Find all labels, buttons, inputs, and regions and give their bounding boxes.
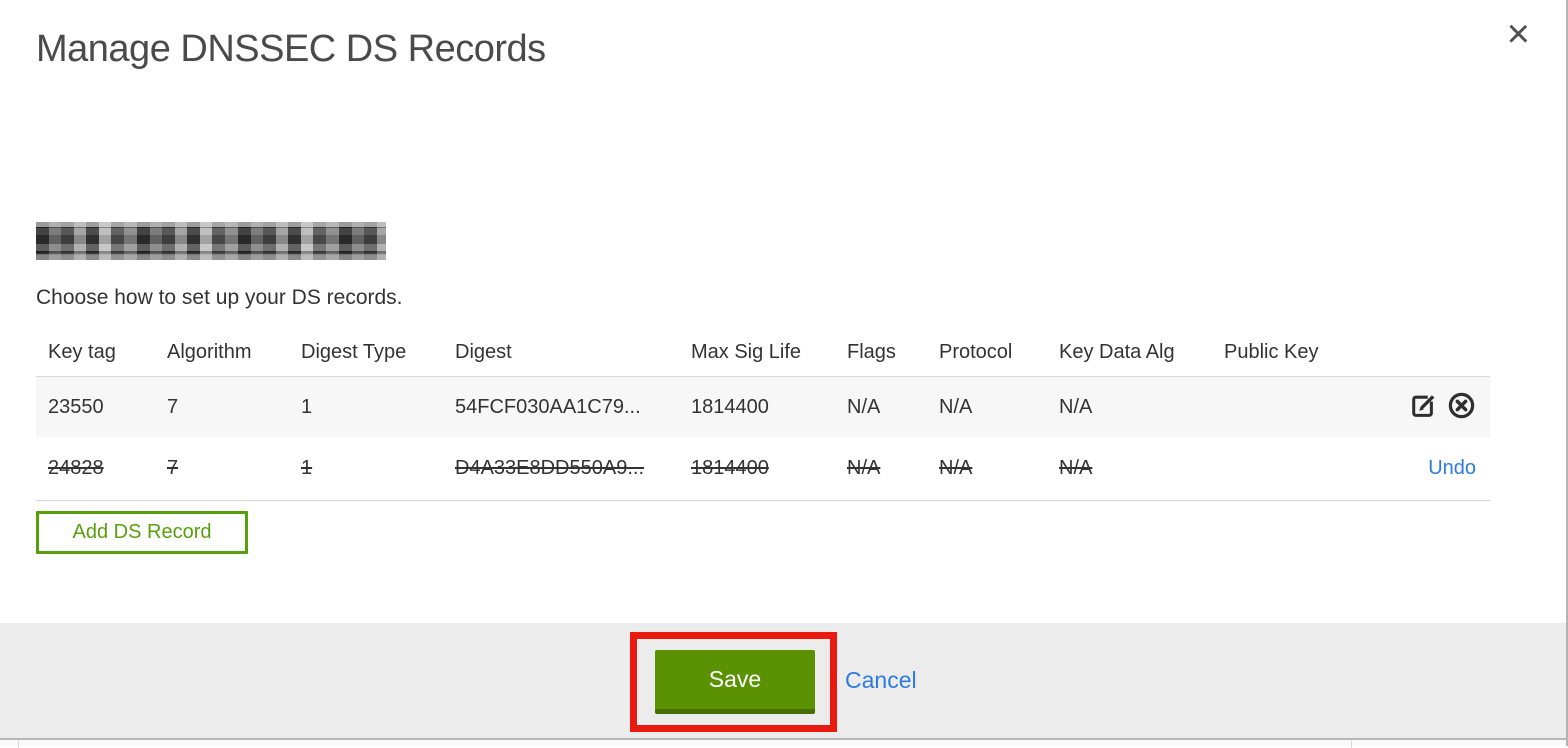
cell-actions	[1330, 376, 1490, 438]
column-header-protocol: Protocol	[939, 341, 1013, 364]
cell-digest: D4A33E8DD550A9...	[455, 457, 645, 480]
table-header-row: Key tag Algorithm Digest Type Digest Max…	[36, 330, 1490, 376]
column-header-actions	[1330, 330, 1490, 376]
column-header-key-tag: Key tag	[48, 341, 116, 364]
add-ds-record-button[interactable]: Add DS Record	[36, 511, 248, 554]
cell-actions: Undo	[1330, 438, 1490, 500]
table-row-active: 23550 7 1 54FCF030AA1C79... 1814400 N/A …	[36, 376, 1490, 438]
save-button[interactable]: Save	[655, 650, 815, 714]
cell-algorithm: 7	[167, 395, 179, 418]
save-highlight-annotation: Save	[630, 632, 837, 732]
domain-name-redacted	[36, 222, 386, 260]
column-header-digest: Digest	[455, 341, 512, 364]
cell-flags: N/A	[847, 457, 881, 480]
cell-key-tag: 24828	[48, 457, 104, 480]
column-header-max-sig-life: Max Sig Life	[691, 341, 802, 364]
column-header-algorithm: Algorithm	[167, 341, 252, 364]
cell-digest-type: 1	[301, 457, 313, 480]
cell-max-sig-life: 1814400	[691, 395, 769, 418]
instruction-text: Choose how to set up your DS records.	[36, 286, 403, 309]
cell-flags: N/A	[847, 395, 881, 418]
cell-key-tag: 23550	[48, 395, 104, 418]
cell-digest-type: 1	[301, 395, 313, 418]
column-header-digest-type: Digest Type	[301, 341, 407, 364]
column-header-key-data-alg: Key Data Alg	[1059, 341, 1175, 364]
edit-icon[interactable]	[1410, 392, 1437, 422]
cell-key-data-alg: N/A	[1059, 457, 1093, 480]
cell-public-key	[1224, 438, 1330, 500]
delete-icon[interactable]	[1447, 391, 1476, 423]
divider	[18, 740, 19, 748]
ds-records-table: Key tag Algorithm Digest Type Digest Max…	[36, 330, 1490, 501]
column-header-flags: Flags	[847, 341, 896, 364]
cell-key-data-alg: N/A	[1059, 395, 1093, 418]
undo-link[interactable]: Undo	[1428, 457, 1476, 479]
cell-max-sig-life: 1814400	[691, 457, 769, 480]
page-behind-modal-strip	[0, 738, 1568, 748]
page-title: Manage DNSSEC DS Records	[36, 28, 546, 70]
cell-digest: 54FCF030AA1C79...	[455, 395, 641, 418]
cancel-link[interactable]: Cancel	[845, 667, 917, 694]
divider	[1351, 740, 1352, 748]
cell-algorithm: 7	[167, 457, 179, 480]
column-header-public-key: Public Key	[1224, 341, 1319, 364]
close-icon[interactable]: ×	[1507, 14, 1530, 54]
cell-protocol: N/A	[939, 457, 973, 480]
modal-footer: Save Cancel	[0, 623, 1568, 738]
cell-public-key	[1224, 376, 1330, 438]
table-row-deleted: 24828 7 1 D4A33E8DD550A9... 1814400 N/A …	[36, 438, 1490, 500]
cell-protocol: N/A	[939, 395, 973, 418]
